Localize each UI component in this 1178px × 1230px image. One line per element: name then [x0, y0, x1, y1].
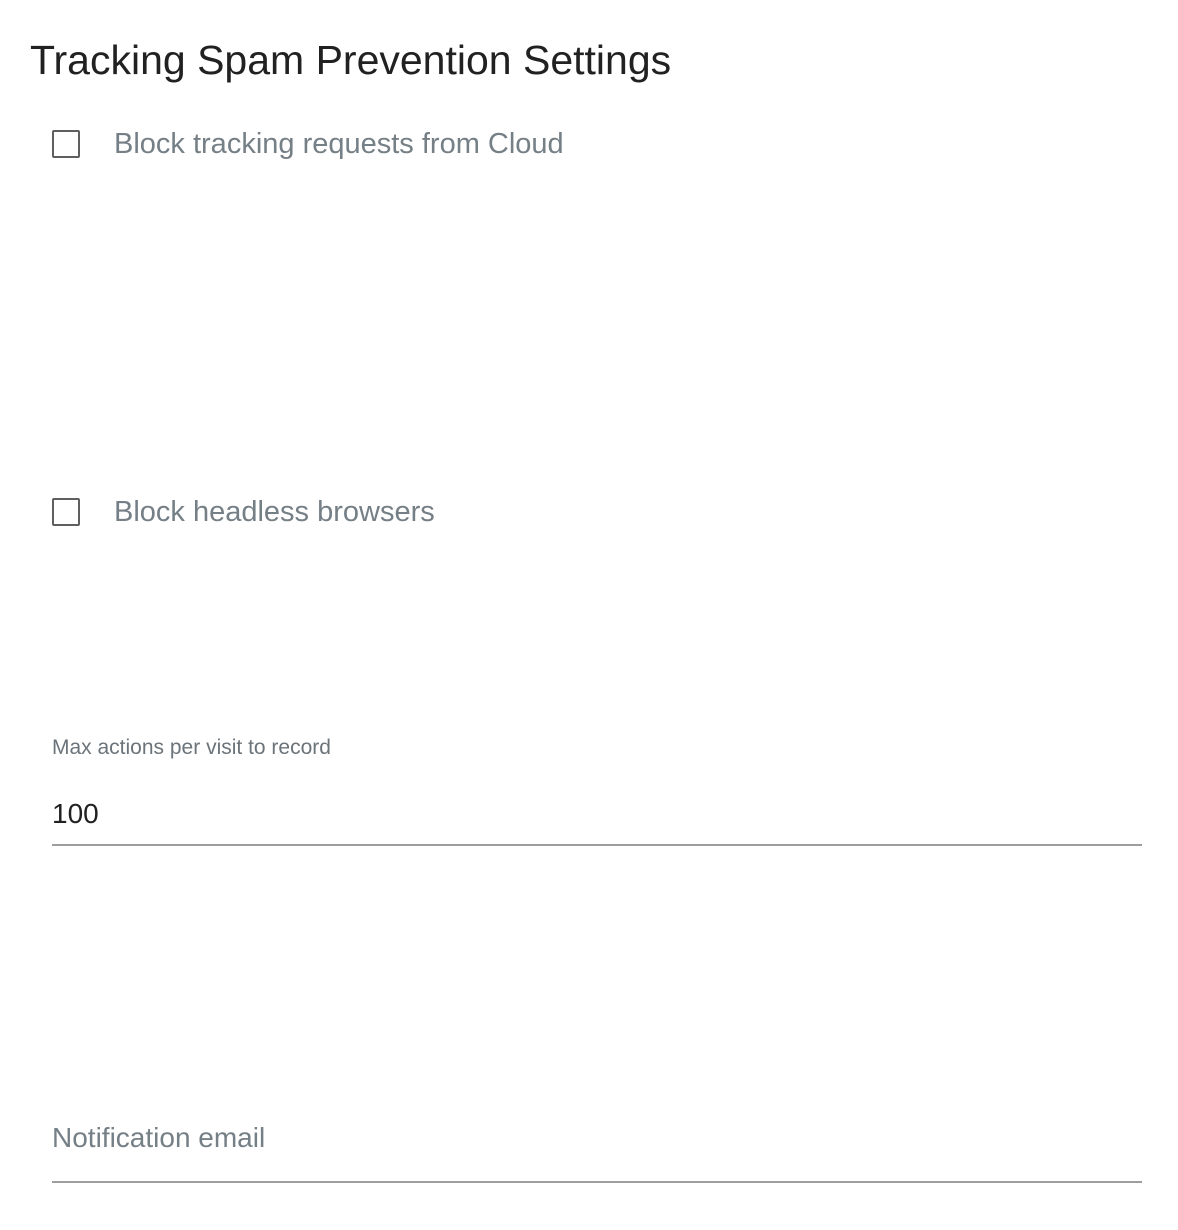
block-headless-checkbox[interactable] [52, 498, 80, 526]
notification-email-field [52, 1112, 1142, 1184]
block-cloud-checkbox-row[interactable]: Block tracking requests from Cloud [52, 128, 564, 160]
max-actions-field: Max actions per visit to record [52, 736, 1142, 848]
block-cloud-label[interactable]: Block tracking requests from Cloud [114, 128, 564, 161]
notification-email-input[interactable] [52, 1112, 1142, 1183]
block-headless-checkbox-row[interactable]: Block headless browsers [52, 496, 435, 528]
max-actions-input[interactable] [52, 780, 1142, 846]
max-actions-label: Max actions per visit to record [52, 736, 331, 759]
block-cloud-checkbox[interactable] [52, 130, 80, 158]
page-title: Tracking Spam Prevention Settings [30, 37, 672, 83]
block-headless-label[interactable]: Block headless browsers [114, 496, 435, 529]
